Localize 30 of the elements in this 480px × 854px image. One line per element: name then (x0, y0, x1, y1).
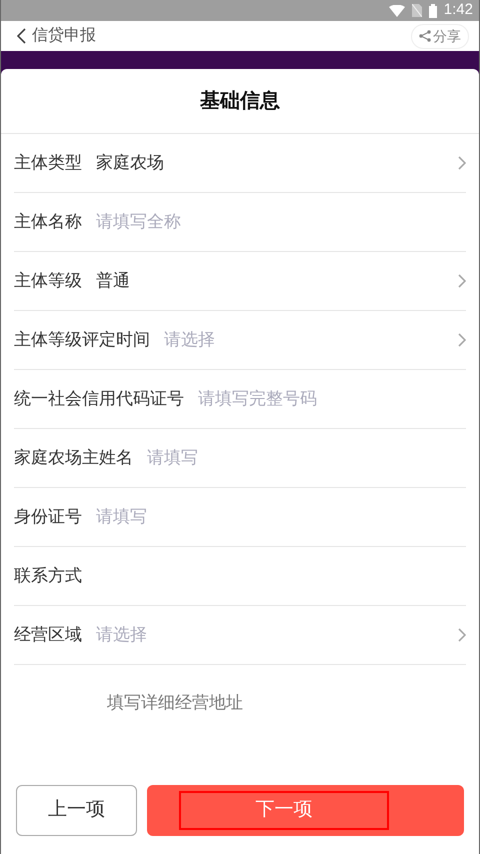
status-time: 1:42 (444, 0, 473, 20)
share-icon (419, 30, 431, 42)
select-field[interactable]: 普通 (96, 268, 466, 294)
field-label: 统一社会信用代码证号 (14, 388, 184, 410)
input-field[interactable]: 请填写 (96, 504, 466, 530)
field-label: 主体等级 (14, 270, 82, 292)
chevron-right-icon (458, 628, 466, 642)
previous-button[interactable]: 上一项 (16, 785, 137, 836)
form-title: 基础信息 (200, 89, 280, 114)
field-label: 经营区域 (14, 624, 82, 646)
chevron-right-icon (458, 333, 466, 347)
input-field[interactable]: 请填写全称 (96, 209, 466, 235)
chevron-right-icon (458, 274, 466, 288)
chevron-right-icon (458, 156, 466, 170)
field-label: 主体类型 (14, 152, 82, 174)
input-field[interactable]: 请填写完整号码 (198, 386, 466, 412)
field-label: 主体等级评定时间 (14, 329, 150, 352)
back-button[interactable]: 信贷申报 (17, 24, 96, 48)
wifi-icon (388, 4, 405, 16)
field-label: 身份证号 (14, 506, 82, 528)
select-field[interactable]: 家庭农场 (96, 150, 466, 176)
battery-icon (428, 4, 437, 18)
no-sim-icon (412, 4, 422, 17)
field-label: 联系方式 (14, 565, 82, 588)
share-button[interactable]: 分享 (411, 24, 469, 48)
field-label: 家庭农场主姓名 (14, 447, 133, 470)
address-field[interactable]: 填写详细经营地址 (14, 675, 466, 785)
field-label: 主体名称 (14, 211, 82, 234)
input-field[interactable]: 请填写 (147, 445, 466, 471)
back-icon (17, 28, 26, 44)
